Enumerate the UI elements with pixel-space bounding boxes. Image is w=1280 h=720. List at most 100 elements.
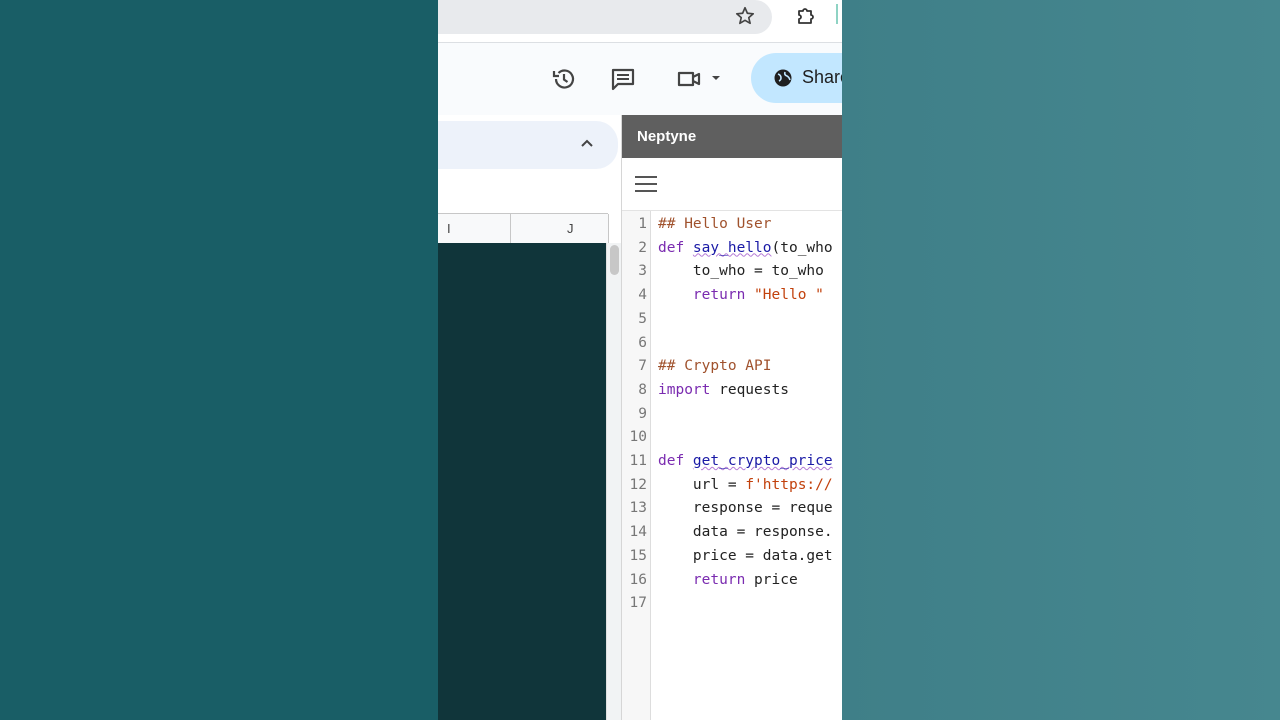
code-line[interactable]: 2 def say_hello(to_who [622,240,842,263]
code-line[interactable]: 8 import requests [622,382,842,405]
code-token: get_crypto_price [692,453,833,469]
code-text: return price [658,572,798,588]
share-button[interactable]: Share [751,53,842,103]
code-token: to_who = to_who [658,263,824,280]
code-token: (to_who [771,239,833,256]
line-number: 15 [629,547,647,564]
neptyne-panel: Neptyne 1 ## Hello User 2 def say_hello(to_… [621,115,842,720]
line-number: 11 [629,453,647,469]
extensions-puzzle-icon[interactable] [794,3,818,27]
bookmark-star-icon[interactable] [734,5,756,27]
video-background-right [842,0,1280,720]
code-line[interactable]: 10 [622,429,842,452]
code-line[interactable]: 4 return "Hello " [622,287,842,310]
code-line[interactable]: 11 def get_crypto_price [622,453,842,476]
column-header-i[interactable]: I [438,214,511,243]
code-line[interactable]: 12 url = f'https:// [622,477,842,500]
code-line[interactable]: 6 [622,335,842,358]
code-token: say_hello [692,239,772,256]
code-text: def say_hello(to_who [658,240,833,256]
line-number: 9 [638,405,647,422]
browser-viewport: Share I J Neptyne 1 ## Hello User 2 def say… [438,0,842,720]
line-number: 12 [629,476,647,493]
column-label-j: J [567,221,574,236]
video-background-left [0,0,438,720]
code-token: data = response. [658,524,833,541]
code-token: ## Crypto API [658,358,772,375]
code-text: url = f'https:// [658,477,833,493]
code-token: import [658,381,711,398]
code-text: return "Hello " [658,287,824,303]
formula-bar[interactable] [438,121,618,169]
share-label: Share [802,67,842,87]
code-text: data = response. [658,524,833,540]
comment-icon[interactable] [609,65,637,93]
line-number: 7 [638,358,647,375]
code-line[interactable]: 1 ## Hello User [622,216,842,239]
line-number: 8 [638,381,647,398]
code-text: import requests [658,382,789,398]
panel-title: Neptyne [637,128,697,145]
chevron-down-icon[interactable] [710,73,722,83]
vertical-scrollbar[interactable] [606,243,622,720]
line-number: 17 [629,595,647,612]
code-editor[interactable]: 1 ## Hello User 2 def say_hello(to_who 3 to_… [622,211,842,720]
code-text: def get_crypto_price [658,453,833,469]
extension-indicator [836,4,838,24]
panel-header: Neptyne [622,115,842,158]
history-icon[interactable] [550,65,578,93]
line-number: 1 [638,216,647,232]
code-line[interactable]: 9 [622,406,842,429]
code-line[interactable]: 13 response = reque [622,500,842,523]
panel-menu-row [622,158,842,211]
column-header-j[interactable]: J [511,214,609,243]
code-text: to_who = to_who [658,263,824,279]
line-number: 14 [629,524,647,541]
globe-icon [774,69,792,87]
code-line[interactable]: 3 to_who = to_who [622,263,842,286]
line-number: 6 [638,334,647,351]
line-number: 13 [629,500,647,517]
formula-band [438,170,621,213]
meet-icon[interactable] [675,65,703,93]
chevron-up-icon[interactable] [578,135,596,153]
code-token: def [658,239,693,256]
code-token: response = reque [658,500,833,517]
code-text: price = data.get [658,548,833,564]
code-token: ## Hello User [658,216,772,232]
code-text: response = reque [658,500,833,516]
code-token: price = data.get [658,547,833,564]
line-number: 5 [638,310,647,327]
line-number: 2 [638,239,647,256]
code-token: price [745,571,798,588]
code-token: return [692,571,746,588]
column-label-i: I [447,221,451,236]
code-line[interactable]: 7 ## Crypto API [622,358,842,381]
sheet-grid[interactable] [438,243,606,720]
code-line[interactable]: 17 [622,595,842,618]
code-line[interactable]: 15 price = data.get [622,548,842,571]
code-text: ## Crypto API [658,358,772,374]
line-number: 3 [638,263,647,280]
scrollbar-thumb[interactable] [610,245,619,275]
code-token: requests [710,381,789,398]
code-text: ## Hello User [658,216,772,232]
code-token: url = [658,476,746,493]
code-line[interactable]: 14 data = response. [622,524,842,547]
line-number: 10 [629,429,647,446]
address-bar-row [438,0,842,43]
code-token: return [692,287,746,304]
code-token: f'https:// [745,476,833,493]
code-token: def [658,453,693,469]
code-line[interactable]: 16 return price [622,572,842,595]
code-token: "Hello " [754,287,824,304]
hamburger-menu-icon[interactable] [634,174,658,194]
line-number: 4 [638,287,647,304]
line-number: 16 [629,571,647,588]
code-line[interactable]: 5 [622,311,842,334]
omnibox[interactable] [438,0,772,34]
column-header-row: I J [438,213,609,244]
